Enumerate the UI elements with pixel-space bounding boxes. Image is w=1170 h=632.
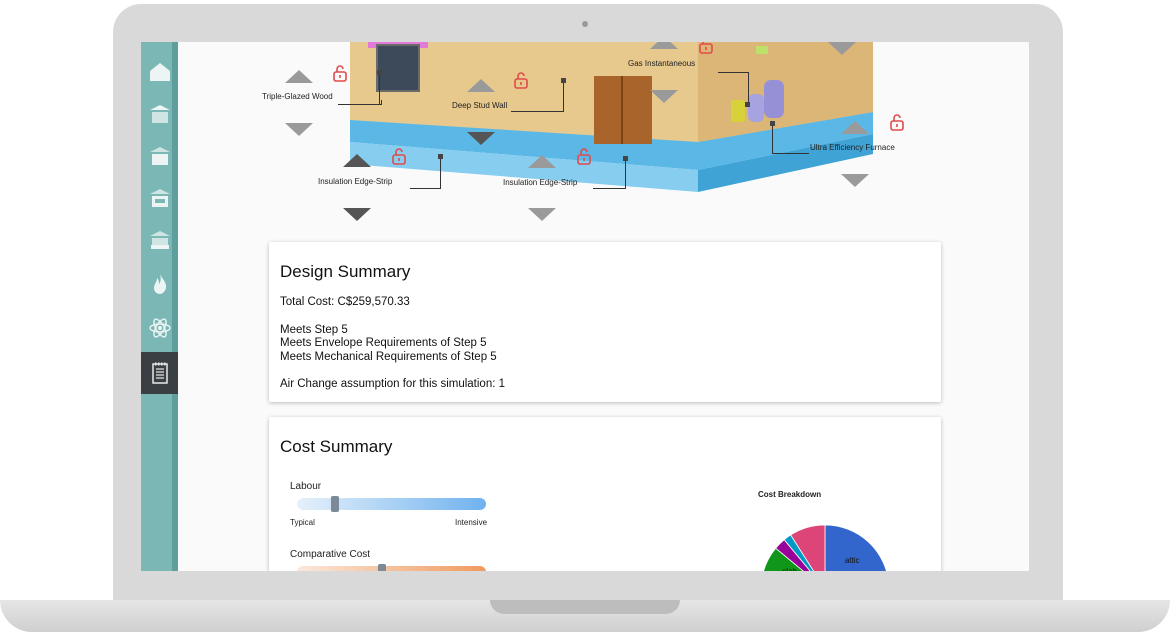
foundation2-upgrade-arrow[interactable] <box>528 155 556 168</box>
foundation1-downgrade-arrow[interactable] <box>343 208 371 221</box>
foundation1-upgrade-arrow[interactable] <box>343 154 371 167</box>
pie-label-attic: attic <box>845 556 860 565</box>
window-icon <box>149 189 170 207</box>
anchor-foundation-1 <box>438 154 443 159</box>
cost-summary-title: Cost Summary <box>280 437 393 456</box>
window-upgrade-arrow[interactable] <box>285 70 313 83</box>
unlock-icon[interactable] <box>697 42 715 54</box>
sidebar-item-foundation[interactable] <box>141 220 178 260</box>
cost-breakdown-pie: atticwindowslab <box>763 524 887 571</box>
labour-slider[interactable] <box>297 498 486 510</box>
water-heater-downgrade-arrow[interactable] <box>650 90 678 103</box>
meets-step: Meets Step 5 <box>280 324 348 336</box>
sidebar-item-summary[interactable] <box>141 352 178 394</box>
pie-title: Cost Breakdown <box>758 490 822 499</box>
leader-wall-v <box>563 81 565 109</box>
camera-icon <box>582 21 588 27</box>
label-foundation-2: Insulation Edge-Strip <box>503 178 578 187</box>
leader-furnace <box>772 124 809 154</box>
labour-slider-thumb[interactable] <box>330 496 339 512</box>
sidebar <box>141 42 178 571</box>
comparative-cost-label: Comparative Cost <box>290 549 371 560</box>
foundation2-downgrade-arrow[interactable] <box>528 208 556 221</box>
design-summary-title: Design Summary <box>280 262 411 281</box>
unlock-icon[interactable] <box>575 147 593 165</box>
label-furnace: Ultra Efficiency Furnace <box>810 143 895 152</box>
air-change: Air Change assumption for this simulatio… <box>280 378 505 390</box>
sidebar-item-window[interactable] <box>141 178 178 218</box>
furnace-upgrade-arrow[interactable] <box>841 121 869 134</box>
comparative-cost-slider[interactable] <box>297 566 486 571</box>
sidebar-item-heating[interactable] <box>141 264 178 304</box>
meets-mechanical: Meets Mechanical Requirements of Step 5 <box>280 351 497 363</box>
atom-icon <box>148 318 171 338</box>
roof-icon <box>149 105 170 123</box>
laptop-notch <box>490 600 680 614</box>
leader-foundation-1 <box>410 158 441 189</box>
labour-max-label: Intensive <box>455 518 488 527</box>
sidebar-item-house[interactable] <box>141 52 178 92</box>
label-wall: Deep Stud Wall <box>452 101 508 110</box>
furnace-downgrade-arrow[interactable] <box>841 174 869 187</box>
unlock-icon[interactable] <box>888 113 906 131</box>
house-icon <box>149 63 170 81</box>
comparative-cost-slider-thumb[interactable] <box>378 564 387 571</box>
window-downgrade-arrow[interactable] <box>285 123 313 136</box>
total-cost: Total Cost: C$259,570.33 <box>280 296 410 308</box>
house-scene: Triple-Glazed Wood Deep Stud Wall Gas In… <box>178 42 1029 242</box>
anchor-furnace <box>770 121 775 126</box>
labour-min-label: Typical <box>290 518 315 527</box>
label-window: Triple-Glazed Wood <box>262 92 333 101</box>
leader-wall <box>511 108 564 112</box>
sidebar-item-wall[interactable] <box>141 136 178 176</box>
top-downgrade-arrow[interactable] <box>828 42 856 55</box>
leader-window <box>338 100 382 105</box>
design-summary-card: Design Summary Total Cost: C$259,570.33 … <box>269 242 941 402</box>
anchor-water-heater <box>745 102 750 107</box>
foundation-icon <box>149 231 170 249</box>
label-foundation-1: Insulation Edge-Strip <box>318 177 393 186</box>
leader-window-v <box>379 73 381 104</box>
wall-upgrade-arrow[interactable] <box>467 79 495 92</box>
labour-label: Labour <box>290 481 322 492</box>
leader-foundation-2 <box>593 160 626 189</box>
notepad-icon <box>151 362 168 384</box>
wall-downgrade-arrow[interactable] <box>467 132 495 145</box>
unlock-icon[interactable] <box>512 71 530 89</box>
anchor-window <box>377 70 382 75</box>
leader-water-heater <box>718 72 749 105</box>
anchor-wall <box>561 78 566 83</box>
unlock-icon[interactable] <box>331 64 349 82</box>
anchor-foundation-2 <box>623 156 628 161</box>
meets-envelope: Meets Envelope Requirements of Step 5 <box>280 337 487 349</box>
sidebar-item-energy[interactable] <box>141 308 178 348</box>
pie-label-slab: slab <box>782 567 797 571</box>
wall-icon <box>149 147 170 165</box>
cost-summary-card: Cost Summary Labour Typical Intensive Co… <box>269 417 941 571</box>
water-heater-upgrade-arrow[interactable] <box>650 42 678 49</box>
unlock-icon[interactable] <box>390 147 408 165</box>
app-screen: Triple-Glazed Wood Deep Stud Wall Gas In… <box>141 42 1029 571</box>
label-water-heater: Gas Instantaneous <box>628 59 696 68</box>
sidebar-item-roof[interactable] <box>141 94 178 134</box>
flame-icon <box>153 274 166 294</box>
